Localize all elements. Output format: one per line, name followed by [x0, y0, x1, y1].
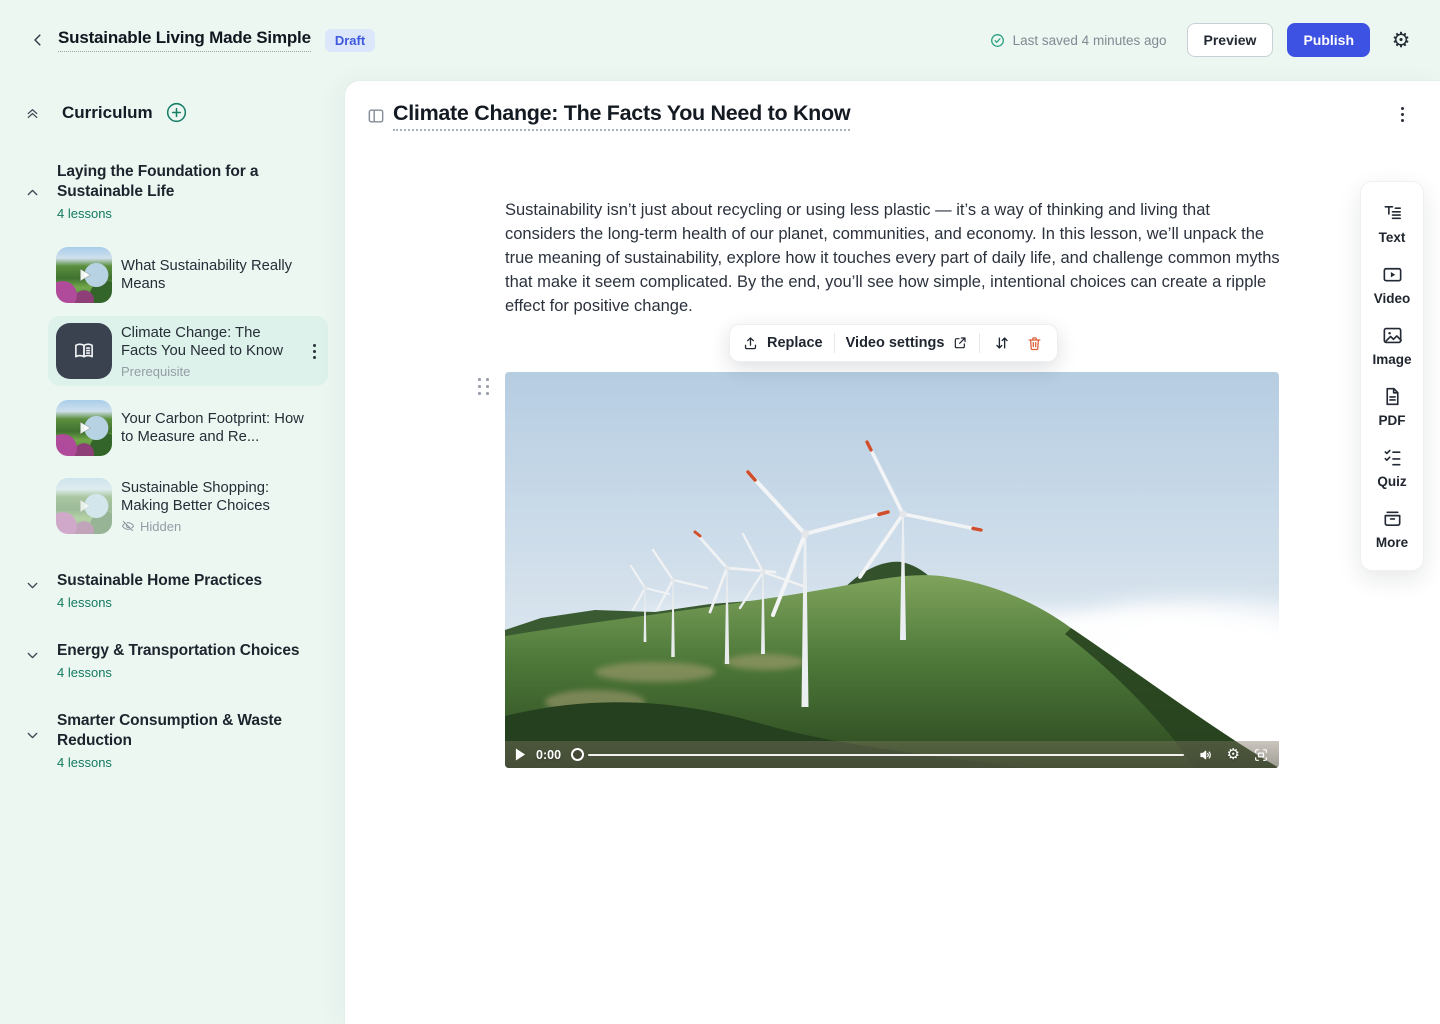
section-header-2[interactable]: Sustainable Home Practices 4 lessons: [24, 571, 320, 610]
back-button[interactable]: [24, 26, 52, 54]
quiz-icon: [1381, 446, 1404, 469]
chevron-down-icon[interactable]: [24, 727, 41, 744]
delete-block-button[interactable]: [1024, 333, 1045, 354]
video-settings-label: Video settings: [846, 335, 945, 351]
course-title[interactable]: Sustainable Living Made Simple: [58, 28, 311, 52]
play-icon: [56, 478, 112, 534]
eye-off-icon: [121, 519, 135, 533]
lesson-hidden-label: Hidden: [140, 519, 181, 534]
lesson-title: What Sustainability Really Means: [121, 257, 320, 294]
publish-button[interactable]: Publish: [1287, 23, 1370, 57]
video-controls-bar: 0:00 ⚙: [505, 741, 1279, 768]
toolbar-divider: [979, 333, 980, 353]
book-open-icon: [71, 338, 97, 364]
volume-icon[interactable]: [1198, 747, 1214, 763]
insert-image-button[interactable]: Image: [1361, 324, 1423, 367]
section-header-4[interactable]: Smarter Consumption & Waste Reduction 4 …: [24, 711, 320, 770]
insert-more-label: More: [1376, 535, 1408, 550]
last-saved-status: Last saved 4 minutes ago: [989, 32, 1167, 49]
trash-icon: [1026, 335, 1043, 352]
lesson-options-kebab[interactable]: [1397, 103, 1408, 126]
lesson-row-sustainable-shopping[interactable]: Sustainable Shopping: Making Better Choi…: [48, 471, 328, 541]
move-block-button[interactable]: [991, 332, 1013, 354]
insert-text-label: Text: [1379, 230, 1406, 245]
lesson-row-climate-change[interactable]: Climate Change: The Facts You Need to Kn…: [48, 316, 328, 386]
sidebar-toggle-icon[interactable]: [363, 103, 389, 129]
lesson-title: Climate Change: The Facts You Need to Kn…: [121, 324, 300, 361]
video-settings-gear-icon[interactable]: ⚙: [1227, 747, 1240, 762]
video-block-toolbar: Replace Video settings: [729, 324, 1058, 362]
curriculum-sidebar: Curriculum Laying the Foundation for a S…: [0, 80, 344, 1024]
status-badge: Draft: [325, 29, 375, 52]
video-current-time: 0:00: [536, 748, 561, 762]
image-icon: [1381, 324, 1404, 347]
toolbar-divider: [834, 333, 835, 353]
insert-quiz-label: Quiz: [1377, 474, 1406, 489]
chevron-down-icon[interactable]: [24, 577, 41, 594]
insert-block-panel: Text Video Image PDF Quiz More: [1360, 181, 1424, 571]
insert-pdf-label: PDF: [1379, 413, 1406, 428]
lesson-row-what-sustainability[interactable]: What Sustainability Really Means: [48, 240, 328, 310]
play-icon: [56, 400, 112, 456]
insert-video-button[interactable]: Video: [1361, 263, 1423, 306]
external-link-icon: [952, 335, 968, 351]
section-title: Laying the Foundation for a Sustainable …: [57, 162, 320, 202]
lesson-title: Your Carbon Footprint: How to Measure an…: [121, 410, 320, 447]
arrows-up-down-icon: [993, 334, 1011, 352]
add-section-button[interactable]: [165, 101, 188, 124]
chevron-left-icon: [29, 31, 47, 49]
section-lesson-count: 4 lessons: [57, 206, 320, 221]
fullscreen-icon[interactable]: [1253, 747, 1269, 763]
insert-image-label: Image: [1372, 352, 1411, 367]
lesson-reading-tile: [56, 323, 112, 379]
chevron-down-icon[interactable]: [24, 647, 41, 664]
section-lesson-count: 4 lessons: [57, 595, 320, 610]
insert-pdf-button[interactable]: PDF: [1361, 385, 1423, 428]
replace-label: Replace: [767, 335, 823, 351]
lesson-row-carbon-footprint[interactable]: Your Carbon Footprint: How to Measure an…: [48, 393, 328, 463]
collapse-all-icon[interactable]: [24, 104, 41, 121]
curriculum-title: Curriculum: [62, 103, 153, 123]
check-circle-icon: [989, 32, 1006, 49]
lesson-kebab-menu[interactable]: [309, 340, 320, 363]
lesson-prerequisite-label: Prerequisite: [121, 364, 300, 379]
play-button[interactable]: [515, 748, 526, 761]
insert-quiz-button[interactable]: Quiz: [1361, 446, 1423, 489]
lesson-page-title[interactable]: Climate Change: The Facts You Need to Kn…: [393, 101, 850, 131]
settings-gear-icon[interactable]: ⚙: [1386, 25, 1416, 55]
section-lesson-count: 4 lessons: [57, 755, 320, 770]
video-icon: [1381, 263, 1404, 286]
insert-video-label: Video: [1374, 291, 1411, 306]
seek-handle[interactable]: [571, 748, 584, 761]
replace-button[interactable]: Replace: [742, 335, 823, 352]
section-header-3[interactable]: Energy & Transportation Choices 4 lesson…: [24, 641, 320, 680]
lesson-editor-canvas: Climate Change: The Facts You Need to Kn…: [344, 80, 1440, 1024]
video-player[interactable]: 0:00 ⚙: [505, 372, 1279, 768]
play-icon: [56, 247, 112, 303]
block-drag-handle[interactable]: [475, 375, 493, 399]
lesson-intro-paragraph[interactable]: Sustainability isn’t just about recyclin…: [505, 198, 1285, 318]
lesson-video-thumbnail: [56, 400, 112, 456]
pdf-icon: [1381, 385, 1404, 408]
video-settings-button[interactable]: Video settings: [846, 335, 969, 351]
section-title: Smarter Consumption & Waste Reduction: [57, 711, 320, 751]
insert-text-button[interactable]: Text: [1361, 202, 1423, 245]
section-header-1[interactable]: Laying the Foundation for a Sustainable …: [24, 162, 320, 221]
preview-button[interactable]: Preview: [1187, 23, 1274, 57]
lesson-video-thumbnail: [56, 247, 112, 303]
lesson-title: Sustainable Shopping: Making Better Choi…: [121, 479, 320, 516]
section-lesson-count: 4 lessons: [57, 665, 320, 680]
seek-bar[interactable]: [588, 754, 1184, 756]
lesson-video-thumbnail: [56, 478, 112, 534]
last-saved-text: Last saved 4 minutes ago: [1013, 33, 1167, 48]
chevron-up-icon[interactable]: [24, 184, 41, 201]
upload-icon: [742, 335, 759, 352]
top-bar: Sustainable Living Made Simple Draft Las…: [0, 0, 1440, 80]
more-blocks-icon: [1381, 507, 1404, 530]
text-icon: [1381, 202, 1404, 225]
section-title: Sustainable Home Practices: [57, 571, 320, 591]
video-frame-wind-turbines: [505, 372, 1279, 768]
section-title: Energy & Transportation Choices: [57, 641, 320, 661]
insert-more-button[interactable]: More: [1361, 507, 1423, 550]
